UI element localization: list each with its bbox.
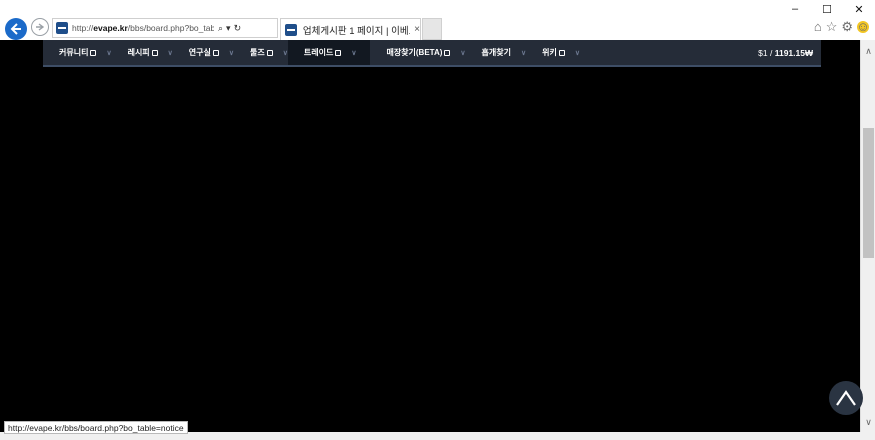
home-icon[interactable]: ⌂ bbox=[814, 20, 822, 33]
settings-gear-icon[interactable]: ⚙ bbox=[841, 20, 853, 33]
url-domain: evape.kr bbox=[93, 23, 128, 33]
favorites-star-icon[interactable]: ☆ bbox=[826, 20, 838, 33]
nav-item-community[interactable]: 커뮤니티 ∨ bbox=[43, 40, 112, 65]
chevron-down-icon: ∨ bbox=[351, 49, 357, 57]
minimize-button[interactable]: – bbox=[779, 0, 811, 18]
nav-item-lab[interactable]: 연구실 ∨ bbox=[173, 40, 234, 65]
caret-up-icon bbox=[836, 390, 856, 406]
nav-label: 트레이드 bbox=[303, 48, 334, 57]
badge-icon bbox=[335, 49, 342, 56]
badge-icon bbox=[151, 49, 158, 56]
status-url-tooltip: http://evape.kr/bbs/board.php?bo_table=n… bbox=[4, 421, 188, 434]
badge-icon bbox=[90, 49, 97, 56]
search-icon[interactable]: ⌕ bbox=[218, 23, 223, 34]
forward-button[interactable] bbox=[31, 18, 49, 36]
new-tab-button[interactable] bbox=[422, 18, 442, 40]
browser-titlebar: http://evape.kr/bbs/board.php?bo_table=s… bbox=[0, 0, 875, 40]
nav-label: 흡개찾기 bbox=[481, 48, 511, 57]
nav-item-lounge-finder[interactable]: 흡개찾기 ∨ bbox=[466, 40, 527, 65]
tab-close-icon[interactable]: × bbox=[414, 24, 420, 35]
badge-icon bbox=[558, 49, 565, 56]
scroll-thumb[interactable] bbox=[863, 128, 874, 258]
tab-favicon-icon bbox=[285, 23, 297, 36]
back-to-top-button[interactable] bbox=[829, 381, 863, 415]
scroll-up-icon[interactable]: ∧ bbox=[861, 46, 875, 57]
exchange-rate: $1 / 1191.15₩ bbox=[758, 48, 813, 58]
exchange-rate-value: 1191.15₩ bbox=[774, 47, 813, 58]
address-url[interactable]: http://evape.kr/bbs/board.php?bo_table=s… bbox=[72, 23, 214, 33]
nav-label: 툴즈 bbox=[250, 48, 265, 57]
url-path: /bbs/board.php?bo_table=sell bbox=[127, 23, 214, 33]
vertical-scrollbar[interactable]: ∧ ∨ bbox=[860, 40, 875, 432]
exchange-rate-prefix: $1 / bbox=[758, 47, 775, 58]
site-nav-bar: 커뮤니티 ∨ 레시피 ∨ 연구실 ∨ 툴즈 ∨ 트레이드 ∨ 매장찾기(BETA) ∨ 흡개… bbox=[43, 40, 821, 67]
site-favicon-icon bbox=[56, 22, 68, 34]
back-button[interactable] bbox=[5, 18, 27, 40]
badge-icon bbox=[212, 49, 219, 56]
forward-arrow-icon bbox=[36, 23, 45, 31]
back-arrow-icon bbox=[10, 23, 21, 35]
nav-label: 레시피 bbox=[127, 48, 150, 57]
nav-item-recipe[interactable]: 레시피 ∨ bbox=[112, 40, 173, 65]
nav-item-wiki[interactable]: 위키 ∨ bbox=[526, 40, 580, 65]
badge-icon bbox=[444, 49, 451, 56]
dropdown-icon[interactable]: ▾ bbox=[226, 23, 231, 34]
nav-label: 매장찾기(BETA) bbox=[386, 48, 443, 57]
browser-tab[interactable]: 업체게시판 1 페이지 | 이베... × bbox=[280, 18, 421, 40]
url-prefix: http:// bbox=[72, 23, 94, 33]
scroll-down-icon[interactable]: ∨ bbox=[861, 417, 875, 428]
nav-item-trade[interactable]: 트레이드 ∨ bbox=[287, 40, 371, 65]
tab-title: 업체게시판 1 페이지 | 이베... bbox=[302, 25, 411, 37]
maximize-button[interactable]: ☐ bbox=[811, 0, 843, 18]
nav-label: 연구실 bbox=[188, 48, 211, 57]
badge-icon bbox=[266, 49, 273, 56]
nav-label: 커뮤니티 bbox=[59, 48, 89, 57]
chevron-down-icon: ∨ bbox=[574, 49, 580, 57]
nav-item-store-finder[interactable]: 매장찾기(BETA) ∨ bbox=[370, 40, 465, 65]
address-bar[interactable]: http://evape.kr/bbs/board.php?bo_table=s… bbox=[52, 18, 278, 38]
refresh-icon[interactable]: ↻ bbox=[234, 23, 242, 34]
nav-item-tools[interactable]: 툴즈 ∨ bbox=[234, 40, 288, 65]
nav-label: 위키 bbox=[542, 48, 557, 57]
close-button[interactable]: ✕ bbox=[843, 0, 875, 18]
feedback-smiley-icon[interactable]: ☺ bbox=[856, 20, 869, 33]
